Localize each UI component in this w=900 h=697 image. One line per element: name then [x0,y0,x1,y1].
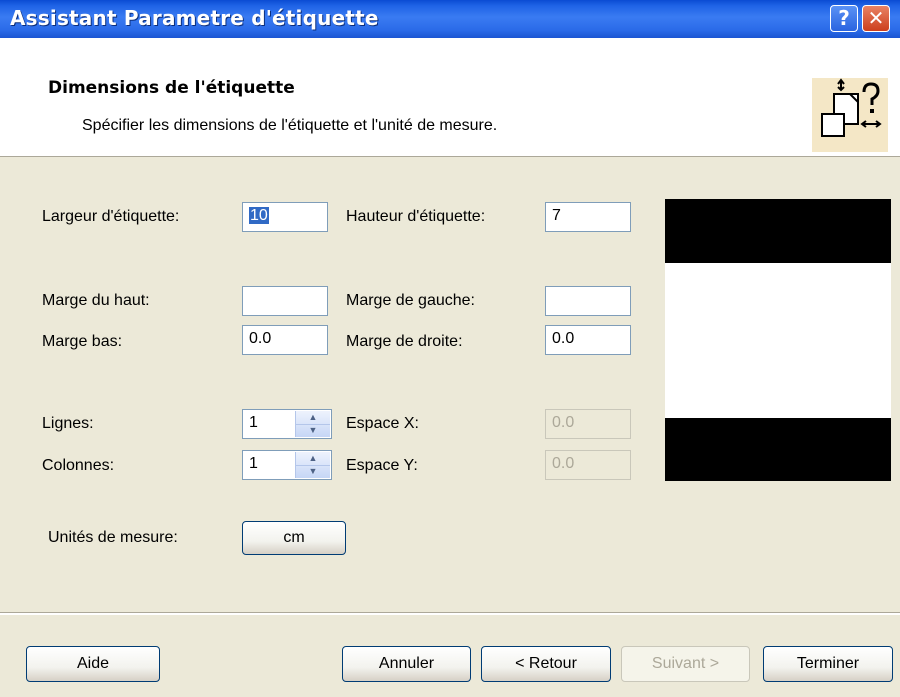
colonnes-label: Colonnes: [42,457,115,474]
lignes-spinner[interactable]: 1 ▲ ▼ [242,409,332,439]
page-subtitle: Spécifier les dimensions de l'étiquette … [82,117,498,134]
lignes-label: Lignes: [42,415,94,432]
colonnes-spin-buttons[interactable]: ▲ ▼ [295,452,330,478]
label-dimensions-wizard-icon [812,78,888,152]
marge-droite-label: Marge de droite: [346,333,463,350]
unit-cm-button[interactable]: cm [242,521,346,555]
marge-gauche-input[interactable] [545,286,631,316]
marge-haut-input[interactable] [242,286,328,316]
marge-haut-label: Marge du haut: [42,292,150,309]
espace-x-input: 0.0 [545,409,631,439]
suivant-button: Suivant > [621,646,750,682]
hauteur-label: Hauteur d'étiquette: [346,208,486,225]
close-button[interactable]: ✕ [862,5,890,32]
aide-button[interactable]: Aide [26,646,160,682]
lignes-spin-buttons[interactable]: ▲ ▼ [295,411,330,437]
marge-bas-label: Marge bas: [42,333,123,350]
label-preview [665,199,891,481]
spin-up-icon[interactable]: ▲ [296,411,330,425]
hauteur-input[interactable]: 7 [545,202,631,232]
largeur-label: Largeur d'étiquette: [42,208,180,225]
retour-button[interactable]: < Retour [481,646,611,682]
lignes-value: 1 [249,414,258,431]
annuler-button[interactable]: Annuler [342,646,471,682]
footer-divider [0,612,900,615]
marge-bas-input[interactable]: 0.0 [242,325,328,355]
terminer-button[interactable]: Terminer [763,646,893,682]
espace-y-input: 0.0 [545,450,631,480]
espace-y-label: Espace Y: [346,457,418,474]
espace-x-label: Espace X: [346,415,419,432]
spin-down-icon[interactable]: ▼ [296,465,330,478]
colonnes-value: 1 [249,455,258,472]
spin-up-icon[interactable]: ▲ [296,452,330,466]
unites-label: Unités de mesure: [48,529,178,546]
marge-gauche-label: Marge de gauche: [346,292,475,309]
help-button[interactable]: ? [830,5,858,32]
label-preview-area [665,263,891,418]
window-title: Assistant Parametre d'étiquette [10,6,379,30]
spin-down-icon[interactable]: ▼ [296,424,330,437]
title-bar: Assistant Parametre d'étiquette ? ✕ [0,0,900,38]
largeur-input[interactable]: 10 [242,202,328,232]
marge-droite-input[interactable]: 0.0 [545,325,631,355]
colonnes-spinner[interactable]: 1 ▲ ▼ [242,450,332,480]
page-title: Dimensions de l'étiquette [48,78,295,98]
